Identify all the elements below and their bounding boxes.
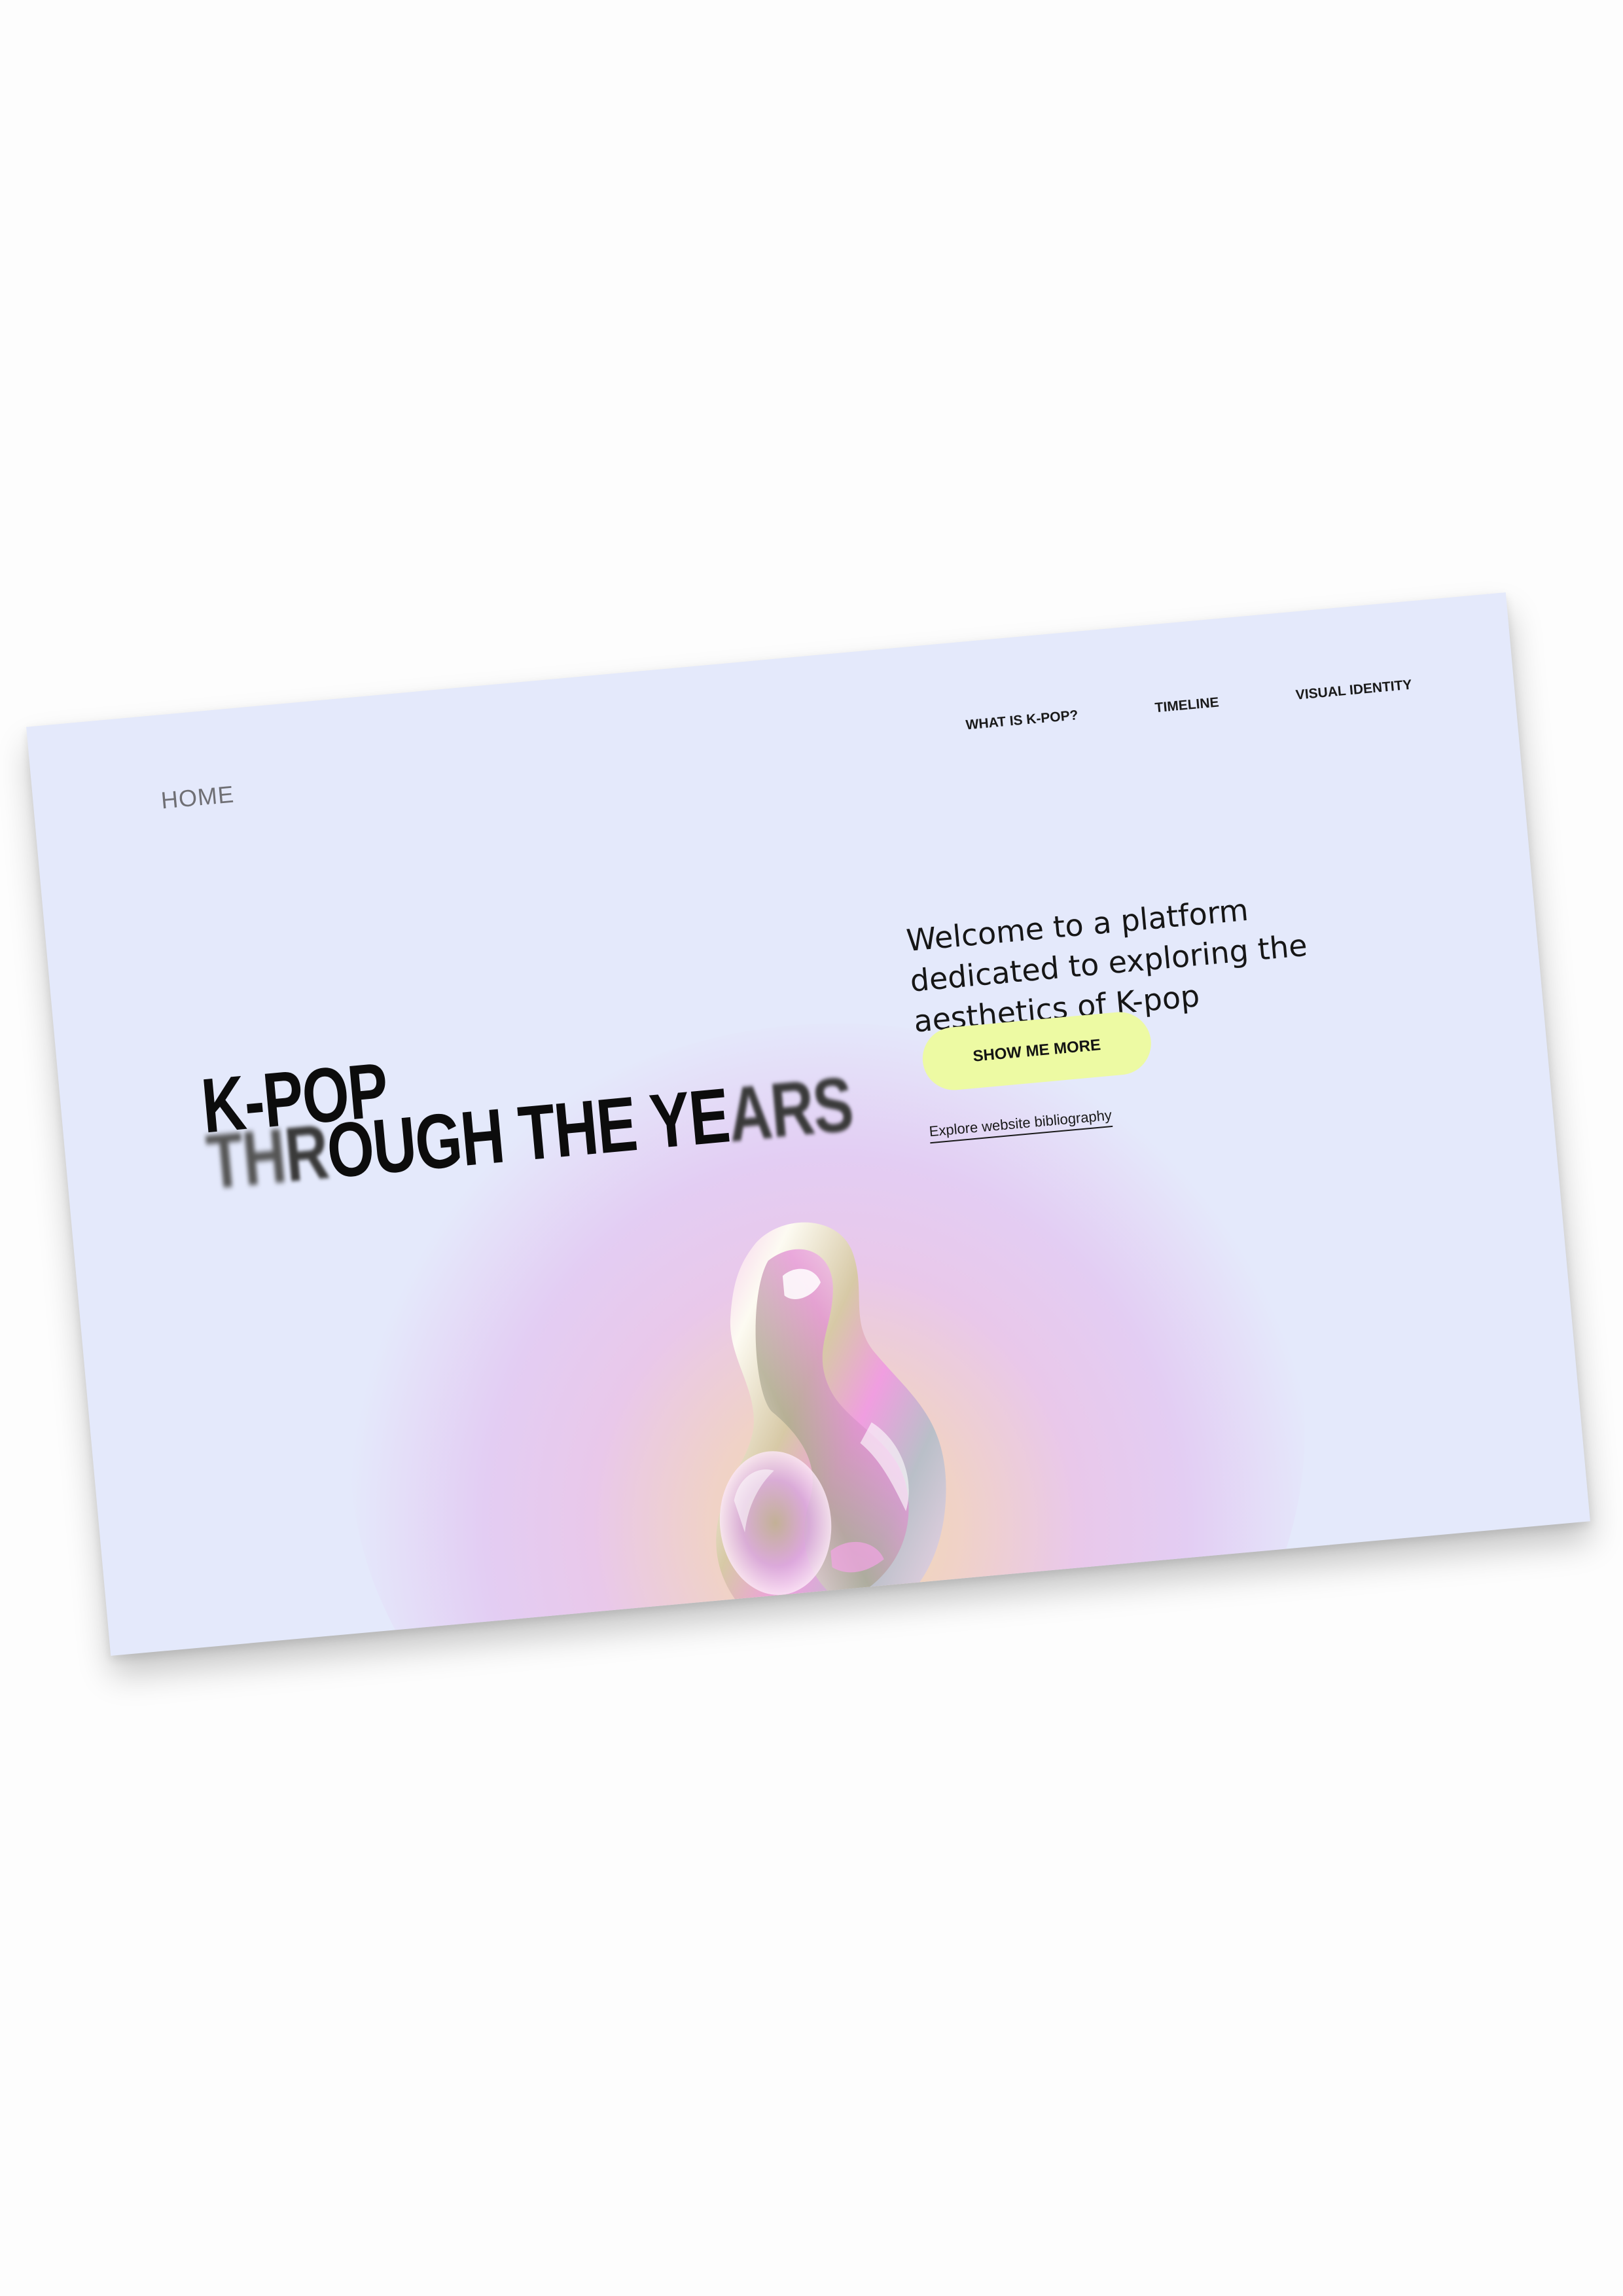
welcome-text: Welcome to a platform dedicated to explo… — [904, 891, 1309, 1039]
website-mockup: HOME WHAT IS K-POP? TIMELINE VISUAL IDEN… — [26, 592, 1590, 1656]
nav-link-visual-identity[interactable]: VISUAL IDENTITY — [1295, 677, 1413, 704]
top-navigation: WHAT IS K-POP? TIMELINE VISUAL IDENTITY — [965, 677, 1413, 734]
hero-title-blur-start-b: R — [281, 1109, 332, 1199]
hero-title-blur-end: ARS — [724, 1061, 856, 1158]
nav-home-link[interactable]: HOME — [160, 781, 235, 815]
iridescent-blob-icon — [716, 1222, 946, 1636]
hero-title-blur-start-a: TH — [203, 1112, 289, 1206]
presentation-background: HOME WHAT IS K-POP? TIMELINE VISUAL IDEN… — [0, 0, 1623, 2296]
nav-link-timeline[interactable]: TIMELINE — [1154, 695, 1220, 717]
nav-link-what-is-kpop[interactable]: WHAT IS K-POP? — [965, 708, 1079, 734]
